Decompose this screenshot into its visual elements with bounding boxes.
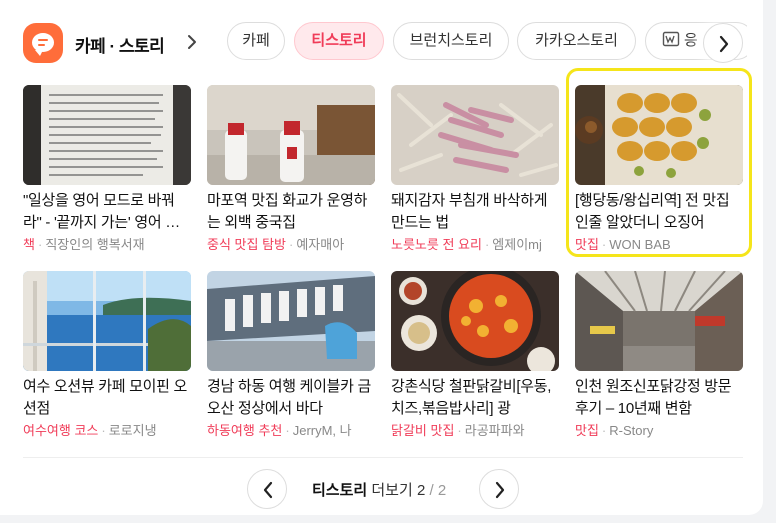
- post-source[interactable]: 직장인의 행복서재: [45, 237, 144, 252]
- pager-more: 더보기: [371, 482, 413, 499]
- post-title[interactable]: 인천 원조신포닭강정 방문 후기 – 10년째 변함: [575, 376, 741, 420]
- post-title[interactable]: 여수 오션뷰 카페 모이핀 오션점: [23, 376, 189, 420]
- thumbnail-pancake-ingredients[interactable]: [391, 85, 559, 185]
- post-meta: 닭갈비 맛집 · 라공파파와: [391, 423, 525, 438]
- news-icon: [662, 31, 680, 47]
- post-title[interactable]: "일상을 영어 모드로 바꿔라" - '끝까지 가는' 영어 습관: [23, 190, 189, 234]
- post-category[interactable]: 닭갈비 맛집: [391, 423, 454, 438]
- search-result-card: 카페 · 스토리 카페 티스토리 브런치스토리 카카오스토리 응 "일상을 영어…: [0, 0, 763, 515]
- post-category[interactable]: 중식 맛집 탐방: [207, 237, 286, 252]
- thumbnail-dakgalbi[interactable]: [391, 271, 559, 371]
- post-source[interactable]: 예자매아: [296, 237, 344, 252]
- post-source[interactable]: 엠제이mj: [492, 237, 542, 252]
- post-title[interactable]: 돼지감자 부침개 바삭하게 만드는 법: [391, 190, 557, 234]
- tabs-next-button[interactable]: [703, 23, 743, 63]
- chevron-right-icon: [495, 481, 505, 499]
- tab-tistory[interactable]: 티스토리: [294, 22, 384, 60]
- thumbnail-cable-car-sign[interactable]: [207, 271, 375, 371]
- cafe-story-logo-icon: [23, 23, 63, 63]
- pager-status: 티스토리 더보기 2 / 2: [312, 479, 446, 500]
- divider: [23, 457, 743, 458]
- section-title[interactable]: 카페 · 스토리: [75, 32, 165, 57]
- prev-page-button[interactable]: [247, 469, 287, 509]
- chevron-left-icon: [263, 481, 273, 499]
- post-meta: 하동여행 추천 · JerryM, 나: [207, 423, 352, 438]
- post-meta: 여수여행 코스 · 로로지냉: [23, 423, 157, 438]
- tab-brunch-story[interactable]: 브런치스토리: [393, 22, 509, 60]
- post-meta: 노릇노릇 전 요리 · 엠제이mj: [391, 237, 542, 252]
- post-category[interactable]: 책: [23, 237, 35, 252]
- thumbnail-ocean-cafe[interactable]: [23, 271, 191, 371]
- thumbnail-book-page[interactable]: [23, 85, 191, 185]
- chevron-right-icon: [719, 35, 729, 53]
- post-source[interactable]: 로로지냉: [109, 423, 157, 438]
- chevron-right-icon[interactable]: [185, 33, 199, 51]
- post-title[interactable]: 강촌식당 철판닭갈비[우동,치즈,볶음밥사리] 광: [391, 376, 557, 420]
- post-meta: 책 · 직장인의 행복서재: [23, 237, 145, 252]
- post-title[interactable]: 경남 하동 여행 케이블카 금오산 정상에서 바다: [207, 376, 373, 420]
- post-title[interactable]: 마포역 맛집 화교가 운영하는 외백 중국집: [207, 190, 373, 234]
- post-source[interactable]: R-Story: [609, 423, 653, 438]
- tab-cafe[interactable]: 카페: [227, 22, 285, 60]
- pager-separator: /: [429, 482, 434, 499]
- post-meta: 맛집 · R-Story: [575, 423, 654, 438]
- thumbnail-market-street[interactable]: [575, 271, 743, 371]
- post-meta: 중식 맛집 탐방 · 예자매아: [207, 237, 345, 252]
- post-category[interactable]: 맛집: [575, 423, 599, 438]
- post-category[interactable]: 하동여행 추천: [207, 423, 282, 438]
- post-source[interactable]: 라공파파와: [465, 423, 525, 438]
- next-page-button[interactable]: [479, 469, 519, 509]
- source-tabs: 카페 티스토리 브런치스토리 카카오스토리 응: [227, 22, 747, 64]
- post-source[interactable]: JerryM, 나: [293, 423, 352, 438]
- pager-current: 2: [416, 482, 426, 499]
- pager-label: 티스토리: [312, 482, 368, 499]
- post-category[interactable]: 여수여행 코스: [23, 423, 98, 438]
- post-category[interactable]: 노릇노릇 전 요리: [391, 237, 482, 252]
- thumbnail-chinese-restaurant[interactable]: [207, 85, 375, 185]
- pager-total: 2: [437, 482, 447, 499]
- tab-kakao-story[interactable]: 카카오스토리: [517, 22, 636, 60]
- highlight-annotation: [566, 68, 752, 257]
